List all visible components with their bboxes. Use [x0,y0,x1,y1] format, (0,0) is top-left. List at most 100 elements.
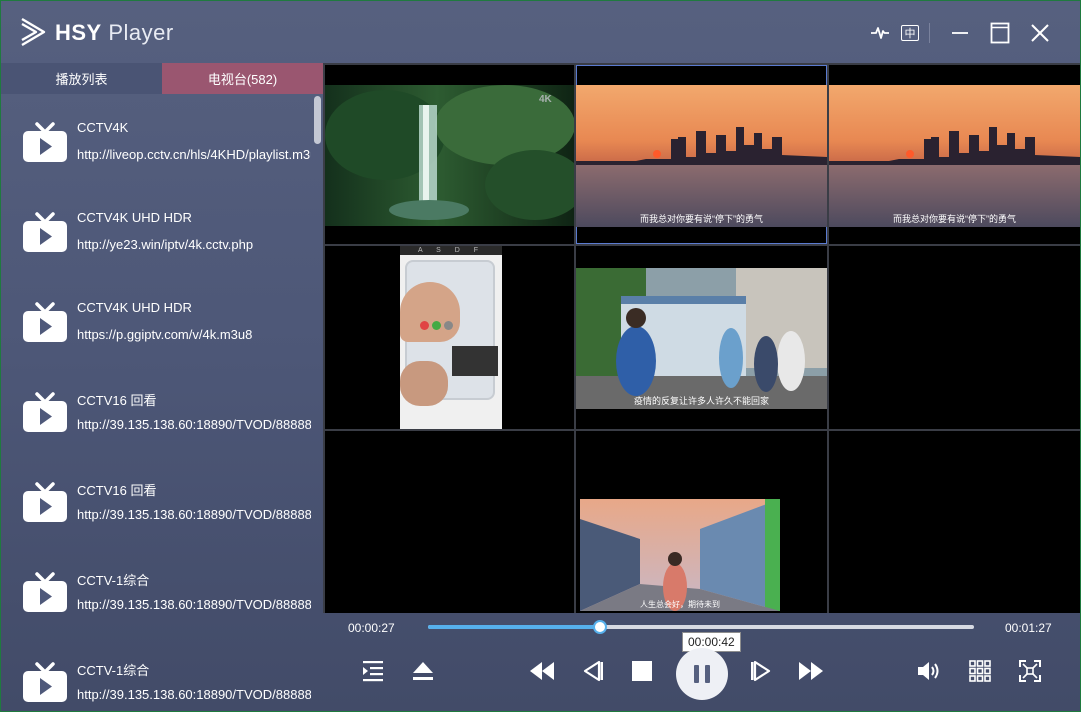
item-url: http://39.135.138.60:18890/TVOD/88888 [77,687,311,702]
fullscreen-button[interactable] [1016,659,1044,683]
list-item[interactable]: CCTV16 回看 http://39.135.138.60:18890/TVO… [1,364,314,454]
previous-frame-button[interactable] [579,659,607,683]
video-subtitle: 而我总对你要有说“停下”的勇气 [893,214,1016,224]
fast-forward-icon [799,662,823,680]
fast-forward-button[interactable] [797,659,825,683]
item-name: CCTV4K [77,120,129,135]
video-frame-alley [580,499,780,611]
grid-layout-button[interactable] [966,659,994,683]
minimize-button[interactable] [945,17,975,49]
item-name: CCTV4K UHD HDR [77,300,192,315]
total-time: 00:01:27 [1005,621,1052,635]
tv-icon [23,302,67,342]
open-file-button[interactable] [409,659,437,683]
progress-handle[interactable] [592,620,607,634]
item-name: CCTV-1综合 [77,663,150,678]
item-name: CCTV16 回看 [77,483,157,498]
pause-button[interactable] [676,648,728,700]
player-logo-icon [21,17,46,47]
playlist-toggle-button[interactable] [359,659,387,683]
tv-icon [23,572,67,612]
video-cell[interactable]: 人生总会好，期待未到 [576,431,827,613]
keyboard-row-label: A S D F [400,246,502,255]
video-cell[interactable]: 4K [325,65,574,244]
video-cell[interactable]: 疫情的反复让许多人许久不能回家 [576,246,827,429]
video-cell[interactable]: A S D F [325,246,574,429]
item-name: CCTV16 回看 [77,393,157,408]
minimize-icon [952,32,968,34]
list-item[interactable]: CCTV16 回看 http://39.135.138.60:18890/TVO… [1,454,314,544]
playlist: CCTV4K http://liveop.cctv.cn/hls/4KHD/pl… [1,94,314,711]
maximize-button[interactable] [985,17,1015,49]
tab-playlist[interactable]: 播放列表 [1,63,162,94]
item-url: http://39.135.138.60:18890/TVOD/88888 [77,597,311,612]
tv-icon [23,392,67,432]
list-item[interactable]: CCTV-1综合 http://39.135.138.60:18890/TVOD… [1,544,314,634]
app-title-rest: Player [108,20,174,45]
step-back-icon [583,660,603,682]
video-grid: 4K 而我总对你要有说“停下”的勇气 而我总对你要有说“停下”的勇气 A S D… [323,63,1080,613]
app-title-bold: HSY [55,20,102,45]
eject-icon [413,662,433,680]
sidebar-tabs: 播放列表 电视台(582) [1,63,323,94]
maximize-icon [990,22,1010,44]
video-frame-phone: A S D F [400,246,502,429]
item-url: https://p.ggiptv.com/v/4k.m3u8 [77,327,253,342]
item-url: http://39.135.138.60:18890/TVOD/88888 [77,507,311,522]
volume-button[interactable] [915,659,943,683]
video-frame-waterfall [325,85,574,226]
subtitle-language-button[interactable]: 中 [897,17,923,49]
tv-icon [23,662,67,702]
video-cell-empty[interactable] [829,246,1080,429]
player-window: HSY Player 中 播放列表 电视台(582) CCTV4K http:/… [1,1,1080,711]
chinese-subtitle-icon: 中 [901,25,919,41]
playlist-indent-icon [363,661,383,682]
item-name: CCTV4K UHD HDR [77,210,192,225]
step-forward-icon [751,660,771,682]
volume-icon [918,662,939,680]
playlist-scrollbar[interactable] [313,94,322,711]
video-cell-empty[interactable] [325,431,574,613]
grid-layout-icon [969,660,991,682]
tab-tv-stations[interactable]: 电视台(582) [162,63,323,94]
waveform-icon [871,27,889,39]
tv-icon [23,122,67,162]
video-cell[interactable]: 而我总对你要有说“停下”的勇气 [829,65,1080,244]
titlebar-divider [929,23,930,43]
tv-icon [23,212,67,252]
playlist-sidebar: 播放列表 电视台(582) CCTV4K http://liveop.cctv.… [1,63,323,711]
progress-fill [428,625,600,629]
stop-icon [632,661,652,681]
list-item[interactable]: CCTV4K UHD HDR http://ye23.win/iptv/4k.c… [1,184,314,274]
video-subtitle: 人生总会好，期待未到 [640,600,720,609]
video-cell[interactable]: 而我总对你要有说“停下”的勇气 [576,65,827,244]
rewind-icon [530,662,554,680]
app-title: HSY Player [55,20,174,46]
rewind-button[interactable] [528,659,556,683]
item-url: http://ye23.win/iptv/4k.cctv.php [77,237,254,252]
next-frame-button[interactable] [747,659,775,683]
fullscreen-icon [1019,660,1041,682]
item-url: http://liveop.cctv.cn/hls/4KHD/playlist.… [77,147,311,162]
title-bar[interactable]: HSY Player 中 [1,1,1080,63]
tv-icon [23,482,67,522]
video-subtitle: 而我总对你要有说“停下”的勇气 [640,214,763,224]
item-name: CCTV-1综合 [77,573,150,588]
subtitle-glyph: 中 [904,26,916,40]
item-url: http://39.135.138.60:18890/TVOD/88888 [77,417,311,432]
list-item[interactable]: CCTV4K http://liveop.cctv.cn/hls/4KHD/pl… [1,94,314,184]
resolution-badge: 4K [539,94,552,105]
progress-bar[interactable] [428,620,974,634]
playback-controls: 00:00:27 00:01:27 00:00:42 [323,613,1080,711]
pause-icon [694,665,710,683]
video-cell-empty[interactable] [829,431,1080,613]
close-button[interactable] [1025,17,1055,49]
scrollbar-thumb[interactable] [314,96,321,144]
current-time: 00:00:27 [348,621,395,635]
list-item[interactable]: CCTV4K UHD HDR https://p.ggiptv.com/v/4k… [1,274,314,364]
video-subtitle: 疫情的反复让许多人许久不能回家 [633,396,769,406]
close-icon [1031,24,1049,42]
list-item[interactable]: CCTV-1综合 http://39.135.138.60:18890/TVOD… [1,634,314,711]
waveform-button[interactable] [867,17,893,49]
stop-button[interactable] [628,659,656,683]
